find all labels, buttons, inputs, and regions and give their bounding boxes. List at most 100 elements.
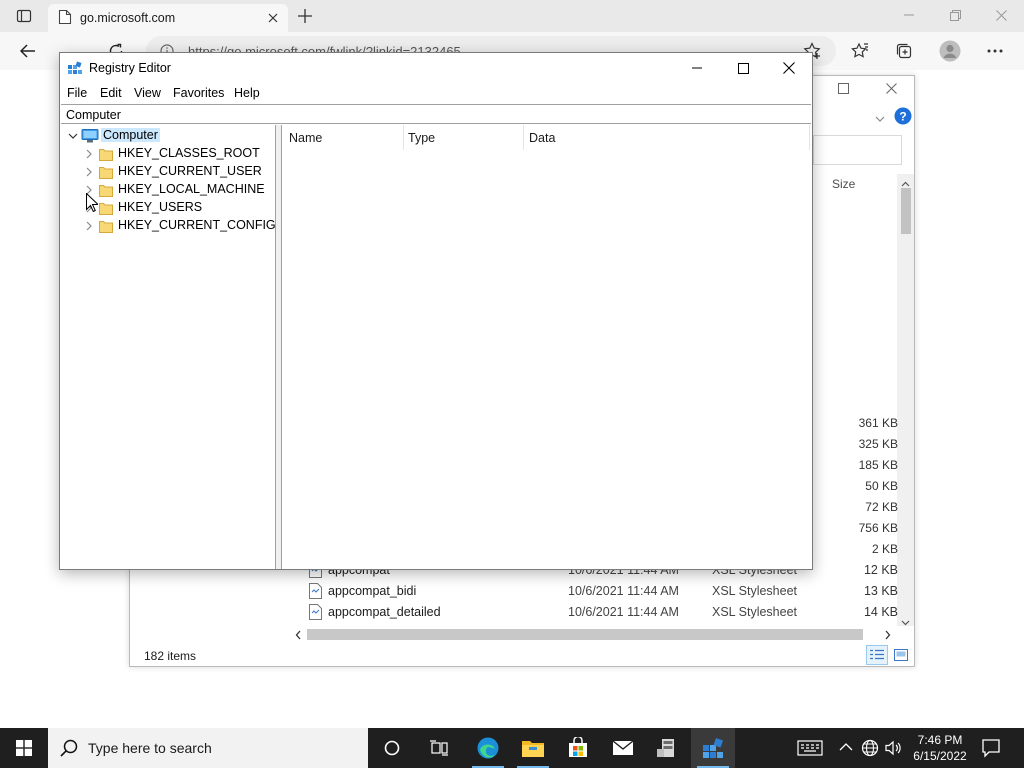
tree-label: HKEY_CLASSES_ROOT <box>118 146 260 160</box>
tree-node-hkey-classes-root[interactable]: HKEY_CLASSES_ROOT <box>61 145 271 163</box>
task-view-icon[interactable] <box>417 728 461 768</box>
tab-actions-icon[interactable] <box>8 5 40 27</box>
tree-node-computer[interactable]: Computer <box>61 127 271 145</box>
file-row[interactable]: appcompat_detailed 10/6/2021 11:44 AM XS… <box>308 602 898 622</box>
explorer-horizontal-scroll-thumb[interactable] <box>307 629 863 640</box>
new-tab-button[interactable] <box>294 5 316 27</box>
collapse-chevron-icon[interactable] <box>67 130 79 142</box>
cortana-icon[interactable] <box>370 728 414 768</box>
registry-address-bar[interactable]: Computer <box>61 104 811 124</box>
registry-editor-window[interactable]: Registry Editor File Edit View Favorites… <box>59 52 813 570</box>
ribbon-expand-chevron-icon[interactable] <box>875 111 885 125</box>
column-header-type[interactable]: Type <box>408 131 435 145</box>
mouse-cursor-icon <box>86 192 100 215</box>
notifications-icon[interactable] <box>981 738 1001 761</box>
mail-icon[interactable] <box>601 728 645 768</box>
tree-label-computer: Computer <box>101 128 160 142</box>
xsl-file-icon <box>308 583 323 599</box>
menu-view[interactable]: View <box>134 86 161 100</box>
favorites-icon[interactable] <box>844 36 876 66</box>
file-size: 361 KB <box>858 416 898 430</box>
system-clock[interactable]: 7:46 PM 6/15/2022 <box>905 732 975 764</box>
tree-label: HKEY_CURRENT_USER <box>118 164 262 178</box>
expand-chevron-icon[interactable] <box>83 148 95 160</box>
file-size: 12 KB <box>863 563 898 577</box>
registry-editor-taskbar-icon[interactable] <box>691 728 735 768</box>
clock-time: 7:46 PM <box>917 733 963 747</box>
column-divider[interactable] <box>523 125 524 150</box>
file-size: 185 KB <box>858 458 898 472</box>
back-icon[interactable] <box>12 36 44 66</box>
folder-icon <box>99 201 113 215</box>
folder-icon <box>99 147 113 161</box>
tab-close-icon[interactable] <box>262 7 284 29</box>
column-divider[interactable] <box>403 125 404 150</box>
tree-node-hkey-current-user[interactable]: HKEY_CURRENT_USER <box>61 163 271 181</box>
browser-restore-button[interactable] <box>932 0 978 30</box>
expand-chevron-icon[interactable] <box>83 166 95 178</box>
item-count-status: 182 items <box>144 649 197 663</box>
show-hidden-icons-chevron[interactable] <box>839 741 853 755</box>
view-toggle-group <box>866 645 912 665</box>
menu-favorites[interactable]: Favorites <box>173 86 224 100</box>
registry-editor-titlebar[interactable]: Registry Editor <box>60 53 812 83</box>
profile-avatar-icon[interactable] <box>934 36 966 66</box>
large-icons-view-icon[interactable] <box>890 645 912 665</box>
registry-values-pane[interactable]: Name Type Data <box>281 125 811 569</box>
help-icon[interactable]: ? <box>894 107 912 128</box>
file-size: 72 KB <box>865 500 898 514</box>
taskbar-search-box[interactable]: Type here to search <box>48 728 368 768</box>
explorer-vertical-scrollbar[interactable] <box>897 174 914 626</box>
explorer-vertical-scroll-thumb[interactable] <box>901 188 911 234</box>
clock-date: 6/15/2022 <box>913 749 967 763</box>
window-title: Registry Editor <box>89 61 171 75</box>
more-options-icon[interactable] <box>979 36 1011 66</box>
file-date: 10/6/2021 11:44 AM <box>568 584 679 598</box>
explorer-maximize-icon[interactable] <box>838 83 849 97</box>
regedit-minimize-button[interactable] <box>674 53 720 83</box>
volume-icon[interactable] <box>884 739 902 760</box>
folder-icon <box>99 219 113 233</box>
taskbar-search-placeholder: Type here to search <box>88 740 212 756</box>
explorer-horizontal-scrollbar[interactable] <box>293 626 897 643</box>
network-globe-icon[interactable] <box>861 739 879 760</box>
file-date: 10/6/2021 11:44 AM <box>568 605 679 619</box>
column-header-name[interactable]: Name <box>289 131 322 145</box>
file-name: appcompat_detailed <box>328 605 441 619</box>
tree-node-hkey-current-config[interactable]: HKEY_CURRENT_CONFIG <box>61 217 276 235</box>
file-name: appcompat_bidi <box>328 584 417 598</box>
edge-browser-icon[interactable] <box>466 728 510 768</box>
explorer-search-box[interactable] <box>813 135 902 165</box>
file-size: 14 KB <box>863 605 898 619</box>
browser-close-button[interactable] <box>978 0 1024 30</box>
microsoft-store-icon[interactable] <box>556 728 600 768</box>
column-divider[interactable] <box>809 125 810 150</box>
menu-edit[interactable]: Edit <box>100 86 122 100</box>
scroll-down-icon[interactable] <box>901 615 910 629</box>
explorer-close-icon[interactable] <box>886 83 897 97</box>
file-row[interactable]: appcompat_bidi 10/6/2021 11:44 AM XSL St… <box>308 581 898 601</box>
menu-file[interactable]: File <box>67 86 87 100</box>
file-size: 325 KB <box>858 437 898 451</box>
column-header-data[interactable]: Data <box>529 131 555 145</box>
menu-bar: File Edit View Favorites Help <box>60 83 812 104</box>
regedit-maximize-button[interactable] <box>720 53 766 83</box>
file-type: XSL Stylesheet <box>712 605 798 619</box>
scroll-left-icon[interactable] <box>295 629 301 643</box>
scroll-right-icon[interactable] <box>885 629 891 643</box>
browser-tab[interactable]: go.microsoft.com <box>48 4 288 32</box>
menu-help[interactable]: Help <box>234 86 260 100</box>
details-view-icon[interactable] <box>866 645 888 665</box>
browser-minimize-button[interactable] <box>886 0 932 30</box>
xsl-file-icon <box>308 604 323 620</box>
size-column-header[interactable]: Size <box>832 177 855 191</box>
input-indicator-icon[interactable] <box>797 739 823 760</box>
collections-icon[interactable] <box>888 36 920 66</box>
start-button[interactable] <box>0 728 48 768</box>
registry-tree-pane[interactable]: Computer HKEY_CLASSES_ROOT HKEY_CURRENT_… <box>61 125 276 569</box>
server-manager-icon[interactable] <box>646 728 690 768</box>
file-explorer-icon[interactable] <box>511 728 555 768</box>
registry-address-text: Computer <box>66 108 121 122</box>
regedit-close-button[interactable] <box>766 53 812 83</box>
expand-chevron-icon[interactable] <box>83 220 95 232</box>
